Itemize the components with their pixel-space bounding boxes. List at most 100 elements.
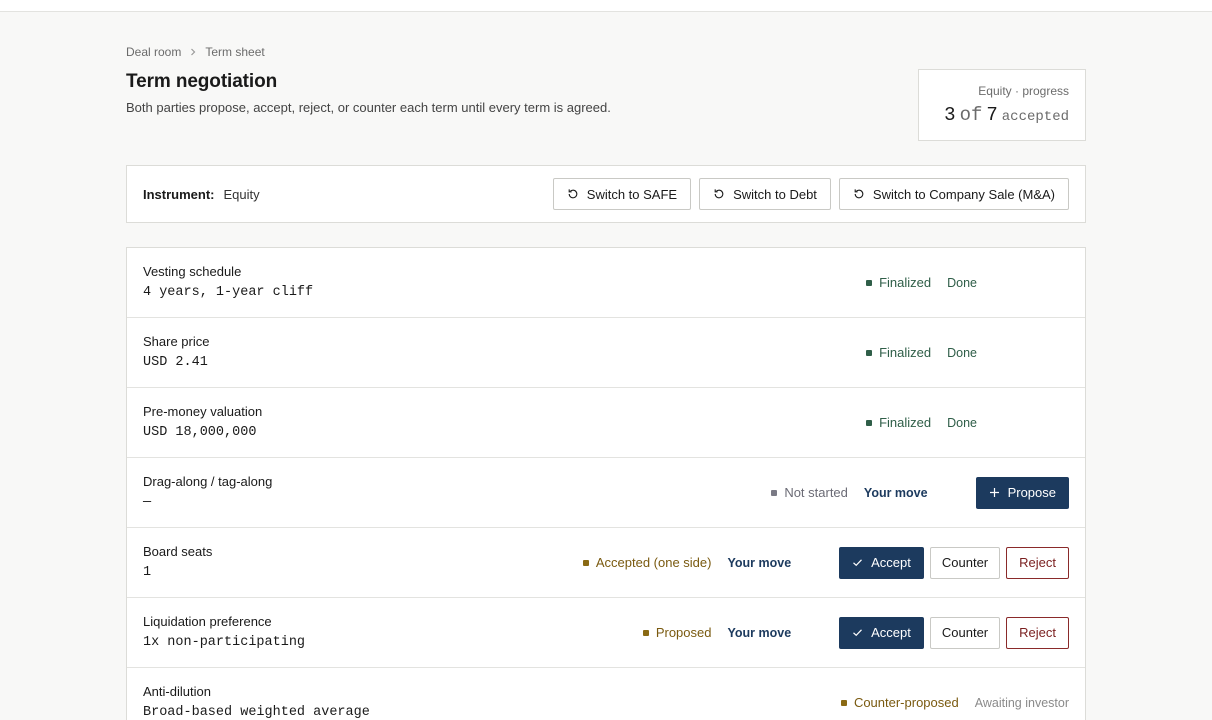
- turn-indicator: Awaiting investor: [974, 695, 1069, 710]
- propose-label: Propose: [1007, 485, 1056, 500]
- status-badge: Finalized: [866, 275, 931, 290]
- counter-button[interactable]: Counter: [929, 616, 1001, 649]
- reject-button[interactable]: Reject: [1006, 546, 1069, 579]
- status-text: Not started: [784, 485, 848, 500]
- progress-accepted: 3: [944, 104, 956, 126]
- term-status-area: Counter-proposed Awaiting investor: [840, 668, 1069, 720]
- term-name: Pre-money valuation: [143, 404, 263, 419]
- status-dot: [866, 419, 873, 426]
- page-subtitle: Both parties propose, accept, reject, or…: [126, 100, 611, 115]
- term-status-area: Proposed Your move Accept Counter Reject: [642, 598, 1069, 667]
- instrument-switches: Switch to SAFE Switch to Debt Switch to …: [552, 178, 1069, 210]
- term-value: USD 18,000,000: [143, 425, 257, 440]
- term-status-area: Not started Your move Propose: [771, 458, 1069, 527]
- term-value: 1: [143, 565, 152, 580]
- status-text: Proposed: [655, 625, 712, 640]
- term-name: Drag-along / tag-along: [143, 474, 273, 489]
- term-row-pre-money-valuation: Pre-money valuation USD 18,000,000 Final…: [127, 388, 1085, 458]
- status-text: Accepted (one side): [595, 555, 712, 570]
- status-dot: [582, 559, 589, 566]
- plus-icon: [989, 488, 999, 497]
- switch-to-safe-button[interactable]: Switch to SAFE: [552, 178, 692, 210]
- accept-label: Accept: [871, 555, 911, 570]
- status-text: Finalized: [879, 415, 932, 430]
- term-name: Vesting schedule: [143, 264, 242, 279]
- term-row-anti-dilution: Anti-dilution Broad-based weighted avera…: [127, 668, 1085, 720]
- switch-to-debt-button[interactable]: Switch to Debt: [699, 178, 831, 210]
- check-icon: [853, 559, 863, 567]
- term-status-area: Finalized Done: [866, 388, 1069, 457]
- switch-to-company-sale-button[interactable]: Switch to Company Sale (M&A): [838, 178, 1069, 210]
- progress-suffix: accepted: [1001, 109, 1069, 125]
- term-name: Anti-dilution: [143, 684, 211, 699]
- term-row-vesting-schedule: Vesting schedule 4 years, 1-year cliff F…: [127, 248, 1085, 318]
- status-badge: Accepted (one side): [582, 555, 712, 570]
- progress-label: Equity · progress: [978, 84, 1069, 98]
- counter-button[interactable]: Counter: [929, 546, 1001, 579]
- instrument-bar: Instrument: Equity Switch to SAFE Switch…: [126, 165, 1086, 223]
- term-actions: Accept Counter Reject: [839, 546, 1069, 579]
- progress-count: 3 of 7 accepted: [935, 104, 1069, 126]
- reject-button[interactable]: Reject: [1006, 616, 1069, 649]
- accept-button[interactable]: Accept: [839, 616, 924, 649]
- term-value: —: [143, 495, 152, 510]
- status-badge: Finalized: [866, 415, 931, 430]
- term-status-area: Finalized Done: [866, 318, 1069, 387]
- refresh-icon: [854, 189, 864, 199]
- progress-card: Equity · progress 3 of 7 accepted: [918, 69, 1086, 141]
- reject-label: Reject: [1019, 625, 1056, 640]
- turn-indicator: Done: [947, 415, 977, 430]
- status-text: Finalized: [879, 275, 932, 290]
- counter-label: Counter: [941, 555, 989, 570]
- term-value: USD 2.41: [143, 355, 208, 370]
- turn-indicator: Your move: [727, 555, 792, 570]
- term-value: Broad-based weighted average: [143, 705, 370, 720]
- term-status-area: Finalized Done: [866, 248, 1069, 317]
- status-badge: Finalized: [866, 345, 931, 360]
- check-icon: [853, 629, 863, 637]
- turn-indicator: Your move: [727, 625, 792, 640]
- status-dot: [771, 489, 778, 496]
- status-badge: Proposed: [642, 625, 712, 640]
- progress-of: of: [959, 104, 983, 126]
- term-value: 4 years, 1-year cliff: [143, 285, 314, 300]
- status-badge: Not started: [771, 485, 848, 500]
- status-dot: [840, 699, 847, 706]
- breadcrumb: Deal room Term sheet: [126, 45, 265, 59]
- term-row-share-price: Share price USD 2.41 Finalized Done: [127, 318, 1085, 388]
- chevron-right-icon: [191, 48, 196, 56]
- status-dot: [866, 349, 873, 356]
- counter-label: Counter: [941, 625, 989, 640]
- accept-label: Accept: [871, 625, 911, 640]
- refresh-icon: [714, 189, 724, 199]
- accept-button[interactable]: Accept: [839, 546, 924, 579]
- switch-to-company-sale-label: Switch to Company Sale (M&A): [872, 186, 1055, 202]
- progress-total: 7: [986, 104, 998, 126]
- term-actions: Accept Counter Reject: [839, 616, 1069, 649]
- switch-to-debt-label: Switch to Debt: [733, 186, 817, 202]
- term-row-board-seats: Board seats 1 Accepted (one side) Your m…: [127, 528, 1085, 598]
- instrument-label: Instrument:: [143, 186, 215, 202]
- term-actions: Propose: [975, 476, 1069, 509]
- propose-button[interactable]: Propose: [975, 476, 1069, 509]
- term-name: Liquidation preference: [143, 614, 272, 629]
- instrument-value: Equity: [223, 186, 260, 202]
- term-value: 1x non-participating: [143, 635, 306, 650]
- status-badge: Counter-proposed: [840, 695, 959, 710]
- turn-indicator: Done: [947, 275, 977, 290]
- status-dot: [866, 279, 873, 286]
- refresh-icon: [568, 189, 578, 199]
- term-row-liquidation-preference: Liquidation preference 1x non-participat…: [127, 598, 1085, 668]
- breadcrumb-term-sheet: Term sheet: [205, 45, 265, 59]
- page-title: Term negotiation: [126, 71, 278, 92]
- status-text: Counter-proposed: [853, 695, 959, 710]
- term-row-drag-along: Drag-along / tag-along — Not started You…: [127, 458, 1085, 528]
- turn-indicator: Your move: [863, 485, 928, 500]
- switch-to-safe-label: Switch to SAFE: [586, 186, 678, 202]
- status-text: Finalized: [879, 345, 932, 360]
- reject-label: Reject: [1019, 555, 1056, 570]
- term-status-area: Accepted (one side) Your move Accept Cou…: [582, 528, 1069, 597]
- term-name: Share price: [143, 334, 210, 349]
- term-name: Board seats: [143, 544, 213, 559]
- breadcrumb-deal-room[interactable]: Deal room: [126, 45, 181, 59]
